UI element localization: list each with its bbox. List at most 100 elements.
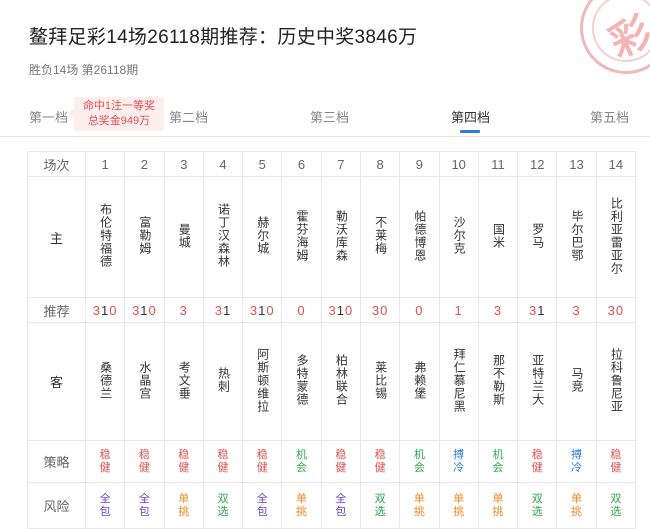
away-team-cell: 那不勒斯 [477, 322, 519, 441]
strategy-tag: 机会 [413, 448, 425, 474]
recommendation-value: 310 [328, 302, 354, 318]
recommendation-value: 0 [297, 302, 306, 318]
strategy-cell: 机会 [399, 440, 440, 483]
away-team-cell: 水晶宫 [124, 322, 165, 441]
away-team-cell: 亚特兰大 [517, 322, 558, 441]
away-team-cell: 多特蒙德 [281, 322, 322, 441]
home-team-cell: 比利亚雷亚尔 [595, 176, 637, 298]
recommendation-cell: 0 [281, 297, 322, 323]
away-team-cell: 马竞 [556, 322, 597, 441]
strategy-tag: 机会 [492, 448, 504, 474]
away-team-name: 弗赖堡 [412, 360, 427, 400]
strategy-tag: 搏冷 [453, 448, 465, 474]
away-team-name: 柏林联合 [334, 354, 349, 406]
match-number: 7 [320, 151, 361, 177]
risk-tag: 单挑 [453, 492, 465, 518]
recommendation-cell: 30 [595, 297, 637, 323]
away-team-cell: 莱比锡 [359, 322, 401, 441]
risk-cell: 双选 [517, 482, 558, 529]
risk-tag: 单挑 [178, 492, 190, 518]
recommendation-value: 310 [132, 302, 157, 318]
recommendation-value: 31 [529, 302, 546, 318]
tier-tabs: 第一档 命中1注一等奖 总奖金949万 第二档 第三档 第四档 第五档 [0, 97, 650, 137]
match-number: 3 [163, 151, 204, 177]
risk-tag: 双选 [610, 492, 622, 518]
strategy-cell: 搏冷 [556, 440, 597, 483]
article-title: 鳌拜足彩14场26118期推荐：历史中奖3846万 [29, 27, 418, 48]
strategy-tag: 稳健 [138, 448, 150, 474]
recommendation-cell: 31 [517, 297, 558, 323]
away-team-name: 桑德兰 [98, 360, 113, 400]
risk-cell: 全包 [242, 482, 283, 529]
home-team-name: 毕尔巴鄂 [570, 209, 585, 262]
tab-tier-2[interactable]: 第二档 [169, 107, 208, 126]
home-team-cell: 罗马 [517, 176, 558, 298]
recommendation-value: 1 [454, 302, 463, 318]
match-number: 2 [124, 151, 165, 177]
match-number: 4 [202, 151, 244, 177]
strategy-tag: 稳健 [217, 448, 229, 474]
tab-tier-3[interactable]: 第三档 [310, 107, 349, 126]
home-team-name: 曼城 [177, 222, 192, 249]
strategy-cell: 稳健 [242, 440, 283, 483]
promo-tooltip: 命中1注一等奖 总奖金949万 [68, 97, 164, 131]
home-team-cell: 富勒姆 [124, 176, 165, 298]
match-number: 12 [517, 151, 558, 177]
header-cell-match: 场次 [27, 151, 86, 177]
home-team-name: 富勒姆 [137, 216, 152, 255]
home-team-cell: 诺丁汉森林 [202, 176, 244, 298]
away-team-cell: 柏林联合 [320, 322, 361, 441]
risk-cell: 单挑 [556, 482, 597, 529]
recommendation-value: 310 [92, 302, 118, 318]
home-team-cell: 毕尔巴鄂 [556, 176, 597, 298]
strategy-cell: 稳健 [163, 440, 204, 483]
recommendation-value: 310 [249, 302, 275, 318]
match-number: 9 [399, 151, 440, 177]
risk-tag: 双选 [531, 492, 543, 518]
tab-tier-4[interactable]: 第四档 [451, 107, 490, 126]
stamp-logo: 彩 [580, 0, 650, 74]
risk-tag: 单挑 [296, 492, 308, 518]
risk-cell: 单挑 [399, 482, 440, 529]
home-team-name: 布伦特福德 [98, 203, 113, 268]
article-subtitle: 胜负14场 第26118期 [29, 63, 139, 77]
away-team-name: 马竞 [570, 367, 585, 393]
strategy-tag: 搏冷 [571, 448, 583, 474]
recommendation-cell: 3 [163, 297, 204, 323]
tab-tier-5[interactable]: 第五档 [590, 107, 629, 126]
away-team-name: 水晶宫 [137, 360, 152, 400]
away-team-name: 莱比锡 [373, 360, 388, 400]
risk-cell: 双选 [359, 482, 401, 529]
home-team-name: 诺丁汉森林 [216, 203, 231, 268]
risk-cell: 单挑 [163, 482, 204, 529]
header-cell-strategy: 策略 [27, 440, 86, 483]
home-team-cell: 曼城 [163, 176, 204, 298]
strategy-tag: 稳健 [531, 448, 543, 474]
recommendation-value: 31 [214, 302, 232, 318]
strategy-tag: 稳健 [256, 448, 268, 474]
home-team-name: 沙尔克 [452, 216, 467, 255]
away-team-cell: 拉科鲁尼亚 [595, 322, 637, 441]
risk-cell: 全包 [124, 482, 165, 529]
match-number: 14 [595, 151, 637, 177]
strategy-cell: 稳健 [124, 440, 165, 483]
away-team-cell: 拜仁慕尼黑 [438, 322, 479, 441]
home-team-cell: 不莱梅 [359, 176, 401, 298]
recommendation-value: 30 [371, 302, 389, 318]
strategy-cell: 搏冷 [438, 440, 479, 483]
match-number: 5 [242, 151, 283, 177]
strategy-cell: 稳健 [595, 440, 637, 483]
home-team-name: 罗马 [530, 222, 545, 249]
home-team-name: 比利亚雷亚尔 [609, 196, 624, 275]
recommendation-cell: 1 [438, 297, 479, 323]
away-team-cell: 桑德兰 [84, 322, 126, 441]
strategy-cell: 稳健 [320, 440, 361, 483]
strategy-tag: 稳健 [178, 448, 190, 474]
tab-tier-1[interactable]: 第一档 [29, 107, 68, 126]
promo-line-1: 命中1注一等奖 [82, 100, 156, 112]
strategy-tag: 稳健 [99, 448, 111, 474]
away-team-name: 考文垂 [177, 360, 192, 400]
home-team-cell: 勒沃库森 [320, 176, 361, 298]
recommendation-cell: 31 [202, 297, 244, 323]
strategy-cell: 稳健 [202, 440, 244, 483]
